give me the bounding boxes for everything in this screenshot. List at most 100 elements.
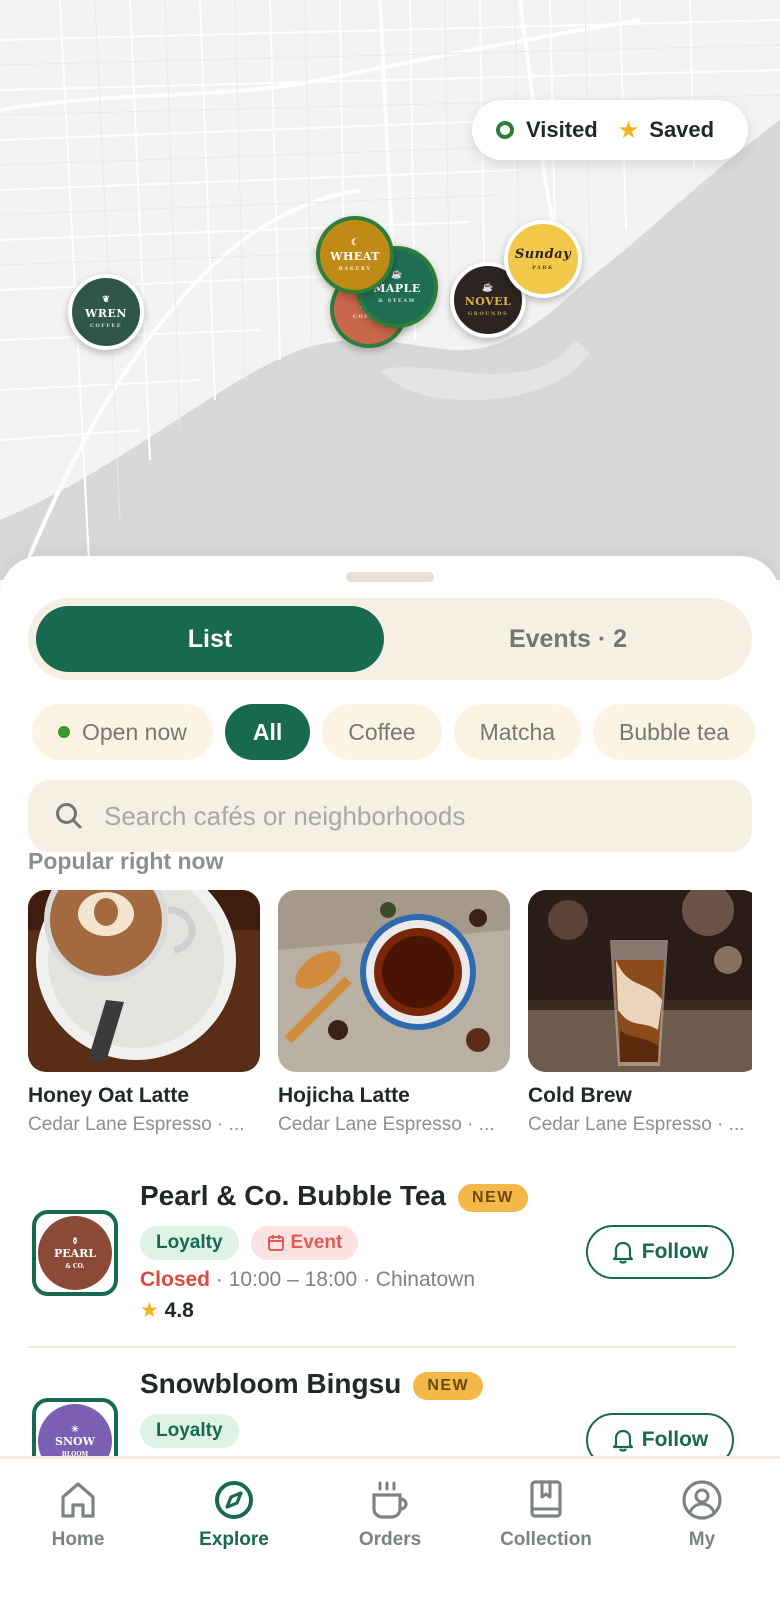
calendar-icon	[267, 1235, 284, 1251]
popular-card[interactable]: Cold Brew Cedar Lane Espresso · ...	[528, 890, 752, 1140]
bell-icon	[612, 1429, 633, 1452]
nav-label: Explore	[199, 1529, 269, 1550]
search-input[interactable]: Search cafés or neighborhoods	[104, 801, 465, 832]
pin-title: WREN	[85, 307, 127, 320]
cup-icon	[372, 1481, 408, 1519]
cafe-row[interactable]: ⚱ PEARL & CO. Pearl & Co. Bubble Tea NEW …	[28, 1176, 752, 1336]
cafe-name: Pearl & Co. Bubble Tea	[140, 1180, 446, 1211]
cafe-title: Pearl & Co. Bubble Tea NEW	[140, 1180, 528, 1212]
drink-cafe: Cedar Lane Espresso · ...	[278, 1114, 495, 1135]
compass-icon	[215, 1481, 253, 1519]
cafe-rating: ★ 4.8	[140, 1298, 194, 1323]
popular-card[interactable]: Honey Oat Latte Cedar Lane Espresso · ..…	[28, 890, 260, 1140]
view-segmented-control: List Events · 2	[28, 598, 752, 680]
drink-cafe: Cedar Lane Espresso · ...	[528, 1114, 745, 1135]
profile-icon	[682, 1480, 722, 1520]
nav-label: Orders	[358, 1529, 422, 1550]
nav-home[interactable]: Home	[0, 1459, 156, 1600]
map-pin-wheat[interactable]: ☾ WHEAT BAKERY	[316, 216, 394, 294]
pin-subtitle: GROUNDS	[467, 311, 509, 317]
drink-name: Honey Oat Latte	[28, 1084, 190, 1107]
map-pin-wren[interactable]: ❦ WREN COFFEE	[68, 274, 144, 350]
pin-title: NOVEL	[464, 295, 512, 308]
nav-explore[interactable]: Explore	[156, 1459, 312, 1600]
logo-subtitle: & CO.	[65, 1262, 85, 1270]
nav-label: My	[688, 1529, 716, 1550]
drink-name: Cold Brew	[528, 1084, 632, 1107]
follow-button[interactable]: Follow	[586, 1225, 734, 1279]
status-closed: Closed	[140, 1268, 211, 1291]
rating-value: 4.8	[164, 1299, 194, 1322]
book-icon	[530, 1480, 562, 1518]
chip-label: Open now	[82, 718, 187, 745]
nav-my[interactable]: My	[624, 1459, 780, 1600]
event-tag-label: Event	[290, 1232, 343, 1253]
cup-small-icon: ⚱	[71, 1236, 79, 1247]
cafe-tags: Loyalty	[140, 1414, 239, 1448]
visited-ring-icon	[496, 121, 514, 139]
drink-photo	[528, 890, 752, 1072]
cafe-logo: ⚱ PEARL & CO.	[32, 1210, 118, 1296]
cafe-title: Snowbloom Bingsu NEW	[140, 1368, 484, 1400]
nav-label: Collection	[500, 1529, 592, 1550]
bell-icon	[612, 1241, 633, 1264]
star-icon: ★	[617, 116, 640, 144]
chip-all[interactable]: All	[224, 704, 311, 760]
pin-subtitle: COFFEE	[89, 323, 123, 329]
pin-title: WHEAT	[330, 250, 380, 263]
cup-small-icon: ☕	[391, 270, 403, 280]
filter-chips: Open now All Coffee Matcha Bubble tea	[32, 704, 780, 760]
loyalty-tag: Loyalty	[140, 1226, 239, 1260]
popular-heading: Popular right now	[28, 848, 224, 874]
star-icon: ★	[140, 1299, 159, 1322]
open-status-dot-icon	[58, 726, 70, 738]
pin-subtitle: BAKERY	[338, 266, 372, 272]
follow-label: Follow	[641, 1428, 709, 1451]
cup-small-icon: ☕	[482, 283, 494, 293]
logo-title: SNOW	[55, 1434, 95, 1448]
follow-label: Follow	[641, 1240, 709, 1263]
pin-subtitle: PARK	[532, 265, 554, 271]
search-icon	[56, 803, 82, 829]
home-icon	[61, 1482, 95, 1518]
drink-name: Hojicha Latte	[278, 1084, 410, 1107]
tab-events[interactable]: Events · 2	[392, 606, 744, 672]
bottom-nav: Home Explore Orders Collection My	[0, 1456, 780, 1600]
bottom-sheet: List Events · 2 Open now All Coffee Matc…	[0, 556, 780, 1490]
cafe-name: Snowbloom Bingsu	[140, 1368, 402, 1399]
popular-carousel[interactable]: Honey Oat Latte Cedar Lane Espresso · ..…	[28, 890, 752, 1140]
drink-photo	[28, 890, 260, 1072]
new-badge: NEW	[413, 1371, 484, 1400]
nav-label: Home	[51, 1529, 105, 1550]
legend-visited-label: Visited	[526, 117, 598, 142]
pin-title: Sunday	[514, 247, 572, 262]
moon-icon: ☾	[350, 238, 360, 248]
new-badge: NEW	[458, 1183, 528, 1212]
sheet-drag-handle[interactable]	[346, 572, 434, 582]
chip-matcha[interactable]: Matcha	[453, 704, 582, 760]
drink-photo	[278, 890, 510, 1072]
cafe-hours: Closed · 10:00 – 18:00 · Chinatown	[140, 1268, 475, 1292]
loyalty-tag: Loyalty	[140, 1414, 239, 1448]
cafe-tags: Loyalty Event	[140, 1226, 359, 1260]
row-divider	[28, 1346, 736, 1348]
map-view[interactable]: Visited ★ Saved ❦ WREN COFFEE BL COFFEE …	[0, 0, 780, 580]
drink-cafe: Cedar Lane Espresso · ...	[28, 1114, 245, 1135]
logo-title: PEARL	[53, 1246, 97, 1260]
legend-saved-label: Saved	[649, 117, 715, 142]
search-bar[interactable]: Search cafés or neighborhoods	[28, 780, 752, 852]
hours-location: · 10:00 – 18:00 · Chinatown	[215, 1268, 476, 1291]
nav-orders[interactable]: Orders	[312, 1459, 468, 1600]
leaf-icon: ❦	[102, 295, 110, 305]
pin-subtitle: & STEAM	[378, 298, 416, 304]
popular-card[interactable]: Hojicha Latte Cedar Lane Espresso · ...	[278, 890, 510, 1140]
snowflake-icon: ✳	[71, 1424, 79, 1435]
tab-list[interactable]: List	[36, 606, 384, 672]
event-tag: Event	[250, 1226, 359, 1260]
chip-bubble-tea[interactable]: Bubble tea	[593, 704, 756, 760]
nav-collection[interactable]: Collection	[468, 1459, 624, 1600]
map-pin-sunday[interactable]: Sunday PARK	[504, 220, 582, 298]
chip-open-now[interactable]: Open now	[32, 704, 213, 760]
chip-coffee[interactable]: Coffee	[322, 704, 442, 760]
cafe-logo-badge: ⚱ PEARL & CO.	[38, 1216, 112, 1290]
